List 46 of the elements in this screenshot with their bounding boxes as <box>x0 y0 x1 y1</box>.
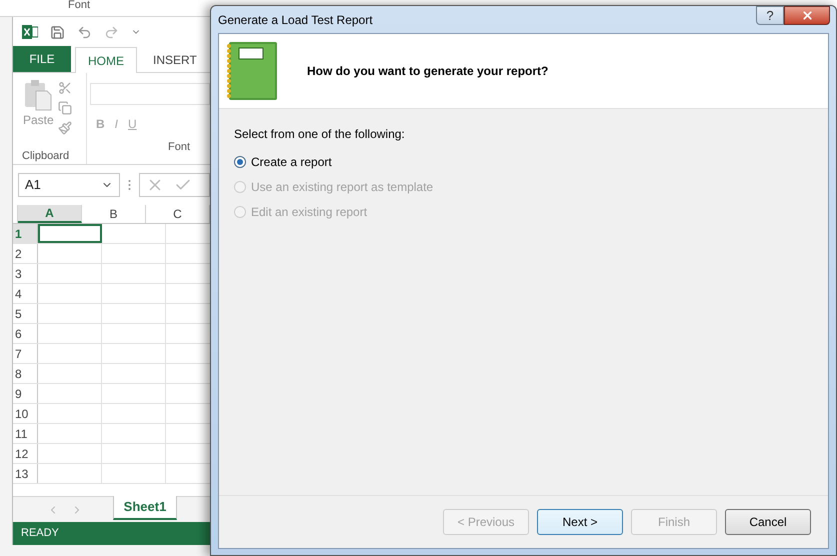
row-header[interactable]: 6 <box>13 324 38 343</box>
file-tab[interactable]: FILE <box>13 46 71 72</box>
column-header[interactable]: A <box>18 205 82 223</box>
row-header[interactable]: 11 <box>13 424 38 443</box>
close-button[interactable] <box>784 6 830 25</box>
dialog-heading: How do you want to generate your report? <box>307 63 548 80</box>
row-header[interactable]: 10 <box>13 404 38 423</box>
close-icon <box>800 9 814 22</box>
spreadsheet-app-icon <box>22 24 38 40</box>
active-cell[interactable] <box>38 224 102 243</box>
wizard-button[interactable]: Next > <box>537 509 623 535</box>
prompt-text: Select from one of the following: <box>234 126 406 143</box>
status-text: READY <box>21 526 59 542</box>
radio-button[interactable] <box>234 156 246 168</box>
ribbon-tab[interactable]: HOME <box>75 47 137 73</box>
grip-icon <box>128 179 131 191</box>
format-painter-icon[interactable] <box>58 121 72 135</box>
row-header[interactable]: 3 <box>13 264 38 283</box>
sheet-tab[interactable]: Sheet1 <box>113 496 177 520</box>
row-header[interactable]: 8 <box>13 364 38 383</box>
undo-icon[interactable] <box>77 24 92 40</box>
row-header[interactable]: 7 <box>13 344 38 363</box>
help-button[interactable]: ? <box>756 6 784 25</box>
row-header[interactable]: 12 <box>13 444 38 463</box>
ribbon-group-label: Font <box>167 140 192 155</box>
row-header[interactable]: 1 <box>13 224 38 243</box>
row-header[interactable]: 4 <box>13 284 38 303</box>
ribbon-tab[interactable]: INSERT <box>141 47 209 72</box>
name-box[interactable]: A1 <box>18 173 120 197</box>
cut-icon[interactable] <box>58 81 72 95</box>
row-header[interactable]: 13 <box>13 464 38 483</box>
wizard-button[interactable]: Cancel <box>725 509 811 535</box>
ribbon-group-label: Clipboard <box>21 148 70 164</box>
column-header[interactable]: B <box>82 205 146 223</box>
window-title: Generate a Load Test Report <box>218 12 373 28</box>
row-header[interactable]: 5 <box>13 304 38 323</box>
font-name-field[interactable] <box>90 83 210 105</box>
paste-icon[interactable] <box>23 79 54 111</box>
ribbon-group-label: Font <box>68 0 90 13</box>
copy-icon[interactable] <box>58 101 72 115</box>
radio-label[interactable]: Create a report <box>251 152 332 170</box>
save-icon[interactable] <box>50 24 65 40</box>
row-header[interactable]: 9 <box>13 384 38 403</box>
notebook-icon <box>225 41 279 101</box>
row-header[interactable]: 2 <box>13 244 38 263</box>
redo-icon[interactable] <box>104 24 119 40</box>
